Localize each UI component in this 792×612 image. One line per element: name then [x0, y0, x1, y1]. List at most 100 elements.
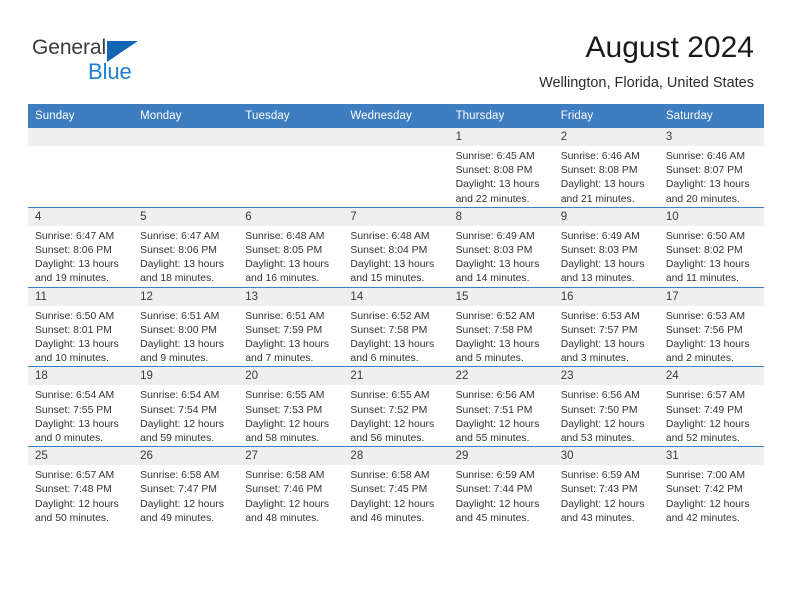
calendar-body: 1 Sunrise: 6:45 AM Sunset: 8:08 PM Daylight… [28, 127, 764, 527]
calendar-day-cell-empty [343, 127, 449, 208]
calendar-day-cell[interactable]: 1 Sunrise: 6:45 AM Sunset: 8:08 PM Daylight… [448, 127, 554, 208]
calendar-week-row: 18 Sunrise: 6:54 AM Sunset: 7:55 PM Dayligh… [28, 366, 764, 447]
day-number: 11 [28, 287, 134, 306]
calendar-day-cell[interactable]: 13 Sunrise: 6:51 AM Sunset: 7:59 PM Dayligh… [238, 286, 344, 367]
calendar-day-cell[interactable]: 2 Sunrise: 6:46 AM Sunset: 8:08 PM Daylight… [553, 127, 659, 208]
sunset-text: Sunset: 8:04 PM [350, 245, 428, 257]
calendar-day-cell[interactable]: 25 Sunrise: 6:57 AM Sunset: 7:48 PM Dayligh… [28, 446, 134, 527]
weekday-header-saturday: Saturday [658, 104, 764, 128]
calendar-day-cell[interactable]: 7 Sunrise: 6:48 AM Sunset: 8:04 PM Daylight… [343, 206, 449, 288]
daylight-text: Daylight: 12 hours and 49 minutes. [140, 498, 224, 524]
sunset-text: Sunset: 7:49 PM [665, 404, 743, 416]
sunset-text: Sunset: 7:53 PM [245, 404, 323, 416]
sunset-text: Sunset: 7:56 PM [665, 324, 743, 336]
calendar-day-cell[interactable]: 18 Sunrise: 6:54 AM Sunset: 7:55 PM Dayligh… [28, 366, 134, 447]
sunrise-text: Sunrise: 6:53 AM [560, 310, 640, 322]
weekday-header-row: Sunday Monday Tuesday Wednesday Thursday… [28, 104, 764, 128]
calendar-day-cell[interactable]: 11 Sunrise: 6:50 AM Sunset: 8:01 PM Dayligh… [28, 286, 134, 367]
calendar-day-cell[interactable]: 24 Sunrise: 6:57 AM Sunset: 7:49 PM Dayligh… [658, 366, 764, 447]
day-number: 3 [658, 128, 764, 146]
calendar-day-cell[interactable]: 19 Sunrise: 6:54 AM Sunset: 7:54 PM Dayligh… [133, 366, 239, 447]
day-details: Sunrise: 6:48 AM Sunset: 8:05 PM Daylight:… [238, 226, 343, 287]
daylight-text: Daylight: 13 hours and 11 minutes. [665, 259, 750, 285]
daylight-text: Daylight: 12 hours and 55 minutes. [455, 418, 540, 445]
calendar-day-cell[interactable]: 31 Sunrise: 7:00 AM Sunset: 7:42 PM Dayligh… [658, 446, 764, 527]
sunset-text: Sunset: 8:00 PM [140, 324, 217, 336]
calendar-day-cell[interactable]: 20 Sunrise: 6:55 AM Sunset: 7:53 PM Dayligh… [238, 366, 344, 447]
general-blue-logo[interactable]: General Blue [32, 36, 212, 88]
calendar-day-cell[interactable]: 14 Sunrise: 6:52 AM Sunset: 7:58 PM Dayligh… [343, 286, 449, 367]
sunset-text: Sunset: 8:06 PM [35, 245, 112, 257]
calendar-day-cell[interactable]: 9 Sunrise: 6:49 AM Sunset: 8:03 PM Daylight… [553, 206, 659, 288]
calendar-day-cell[interactable]: 3 Sunrise: 6:46 AM Sunset: 8:07 PM Daylight… [658, 127, 764, 208]
calendar-day-cell[interactable]: 21 Sunrise: 6:55 AM Sunset: 7:52 PM Dayligh… [343, 366, 449, 447]
sunrise-text: Sunrise: 6:59 AM [455, 470, 535, 482]
daylight-text: Daylight: 13 hours and 7 minutes. [245, 339, 330, 365]
calendar-day-cell[interactable]: 28 Sunrise: 6:58 AM Sunset: 7:45 PM Dayligh… [343, 446, 449, 527]
day-number: 2 [553, 128, 659, 146]
day-details: Sunrise: 6:53 AM Sunset: 7:57 PM Daylight:… [554, 306, 659, 367]
day-number: 28 [343, 447, 449, 466]
daylight-text: Daylight: 13 hours and 2 minutes. [665, 339, 750, 365]
calendar-day-cell[interactable]: 22 Sunrise: 6:56 AM Sunset: 7:51 PM Dayligh… [448, 366, 554, 447]
calendar-day-cell[interactable]: 12 Sunrise: 6:51 AM Sunset: 8:00 PM Dayligh… [133, 286, 239, 367]
page-header: General Blue August 2024 Wellington, Flo… [0, 0, 792, 100]
calendar-day-cell[interactable]: 4 Sunrise: 6:47 AM Sunset: 8:06 PM Daylight… [28, 206, 134, 288]
day-number: 22 [448, 367, 554, 386]
day-details: Sunrise: 6:56 AM Sunset: 7:50 PM Daylight:… [554, 385, 659, 446]
calendar-day-cell[interactable]: 26 Sunrise: 6:58 AM Sunset: 7:47 PM Dayligh… [133, 446, 239, 527]
daylight-text: Daylight: 13 hours and 20 minutes. [665, 179, 750, 205]
calendar-day-cell[interactable]: 17 Sunrise: 6:53 AM Sunset: 7:56 PM Dayligh… [658, 286, 764, 367]
calendar-week-row: 1 Sunrise: 6:45 AM Sunset: 8:08 PM Daylight… [28, 127, 764, 208]
daylight-text: Daylight: 12 hours and 45 minutes. [455, 498, 540, 524]
day-number [343, 128, 449, 146]
sunrise-text: Sunrise: 6:56 AM [560, 390, 640, 402]
sunrise-text: Sunrise: 6:52 AM [350, 310, 430, 322]
sunset-text: Sunset: 7:58 PM [350, 324, 428, 336]
sunrise-text: Sunrise: 6:48 AM [350, 230, 430, 242]
sunrise-text: Sunrise: 7:00 AM [665, 470, 745, 482]
weekday-header-monday: Monday [133, 104, 239, 128]
calendar-day-cell-empty [238, 127, 344, 208]
sunset-text: Sunset: 7:54 PM [140, 404, 217, 416]
page-subtitle-location: Wellington, Florida, United States [539, 75, 754, 91]
sunrise-text: Sunrise: 6:51 AM [245, 310, 325, 322]
day-number: 30 [553, 447, 659, 466]
calendar-day-cell[interactable]: 15 Sunrise: 6:52 AM Sunset: 7:58 PM Dayligh… [448, 286, 554, 367]
day-number: 29 [448, 447, 554, 466]
calendar-day-cell[interactable]: 16 Sunrise: 6:53 AM Sunset: 7:57 PM Dayligh… [553, 286, 659, 367]
calendar-day-cell[interactable]: 27 Sunrise: 6:58 AM Sunset: 7:46 PM Dayligh… [238, 446, 344, 527]
calendar-day-cell[interactable]: 10 Sunrise: 6:50 AM Sunset: 8:02 PM Dayligh… [658, 206, 764, 288]
day-number: 5 [133, 207, 239, 226]
day-number: 12 [133, 287, 239, 306]
daylight-text: Daylight: 12 hours and 53 minutes. [560, 418, 645, 445]
day-details: Sunrise: 6:58 AM Sunset: 7:46 PM Daylight:… [238, 465, 343, 526]
calendar-day-cell[interactable]: 5 Sunrise: 6:47 AM Sunset: 8:06 PM Daylight… [133, 206, 239, 288]
sunrise-text: Sunrise: 6:55 AM [245, 390, 325, 402]
daylight-text: Daylight: 12 hours and 42 minutes. [665, 498, 750, 524]
sunrise-text: Sunrise: 6:58 AM [350, 470, 430, 482]
daylight-text: Daylight: 13 hours and 10 minutes. [35, 339, 119, 365]
daylight-text: Daylight: 13 hours and 13 minutes. [560, 259, 645, 285]
sunset-text: Sunset: 8:07 PM [665, 165, 743, 177]
day-number: 18 [28, 367, 134, 386]
daylight-text: Daylight: 12 hours and 46 minutes. [350, 498, 435, 524]
sunset-text: Sunset: 7:51 PM [455, 404, 533, 416]
calendar-day-cell[interactable]: 23 Sunrise: 6:56 AM Sunset: 7:50 PM Dayligh… [553, 366, 659, 447]
calendar-day-cell[interactable]: 8 Sunrise: 6:49 AM Sunset: 8:03 PM Daylight… [448, 206, 554, 288]
day-details: Sunrise: 6:54 AM Sunset: 7:55 PM Daylight:… [28, 385, 133, 446]
sunrise-text: Sunrise: 6:53 AM [665, 310, 745, 322]
day-details: Sunrise: 6:49 AM Sunset: 8:03 PM Daylight:… [554, 226, 659, 287]
sunrise-text: Sunrise: 6:59 AM [560, 470, 640, 482]
day-details: Sunrise: 6:57 AM Sunset: 7:48 PM Daylight:… [28, 465, 133, 526]
logo-text-blue: Blue [88, 59, 132, 84]
day-number: 31 [658, 447, 764, 466]
sunset-text: Sunset: 7:58 PM [455, 324, 533, 336]
calendar-day-cell[interactable]: 29 Sunrise: 6:59 AM Sunset: 7:44 PM Dayligh… [448, 446, 554, 527]
sunrise-text: Sunrise: 6:47 AM [140, 230, 220, 242]
day-details: Sunrise: 6:57 AM Sunset: 7:49 PM Daylight:… [659, 385, 764, 446]
calendar-day-cell[interactable]: 30 Sunrise: 6:59 AM Sunset: 7:43 PM Dayligh… [553, 446, 659, 527]
day-details: Sunrise: 6:49 AM Sunset: 8:03 PM Daylight:… [449, 226, 554, 287]
day-details: Sunrise: 6:46 AM Sunset: 8:08 PM Daylight:… [554, 146, 659, 207]
calendar-day-cell[interactable]: 6 Sunrise: 6:48 AM Sunset: 8:05 PM Daylight… [238, 206, 344, 288]
